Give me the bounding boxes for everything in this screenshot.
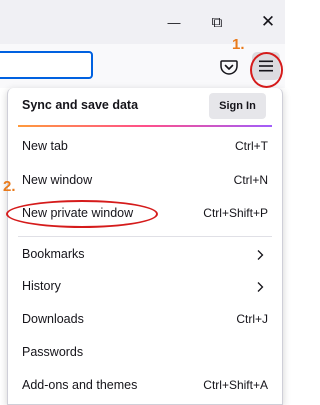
menu-separator [18, 236, 272, 237]
menu-item-shortcut: Ctrl+Shift+A [203, 378, 268, 392]
menu-item-new-tab[interactable]: New tab Ctrl+T [8, 133, 282, 161]
minimize-icon: — [167, 14, 181, 30]
close-icon: ✕ [260, 12, 276, 31]
menu-item-label: Downloads [22, 312, 84, 326]
step-1-label: 1. [232, 36, 245, 53]
menu-item-shortcut: Ctrl+J [236, 312, 268, 326]
chevron-right-icon [257, 282, 264, 292]
menu-item-new-window[interactable]: New window Ctrl+N [8, 167, 282, 195]
sync-divider [18, 125, 272, 127]
menu-item-add-ons-and-themes[interactable]: Add-ons and themes Ctrl+Shift+A [8, 372, 282, 400]
menu-item-label: Add-ons and themes [22, 378, 138, 392]
private-window-highlight [6, 200, 158, 228]
sync-section: Sync and save data Sign In [8, 88, 282, 124]
url-bar[interactable] [0, 51, 93, 79]
close-button[interactable]: ✕ [254, 10, 282, 34]
menu-item-label: History [22, 279, 61, 293]
menu-item-downloads[interactable]: Downloads Ctrl+J [8, 306, 282, 334]
chevron-right-icon [257, 250, 264, 260]
menu-item-label: New window [22, 173, 93, 187]
restore-button[interactable]: ⧉ [203, 10, 231, 34]
sync-title: Sync and save data [22, 98, 139, 112]
menu-item-bookmarks[interactable]: Bookmarks [8, 241, 282, 269]
app-menu-panel: Sync and save data Sign In New tab Ctrl+… [7, 88, 283, 405]
step-2-label: 2. [3, 178, 16, 195]
menu-item-history[interactable]: History [8, 273, 282, 301]
restore-icon: ⧉ [211, 13, 223, 31]
sign-in-button[interactable]: Sign In [209, 93, 266, 119]
pocket-icon[interactable] [219, 57, 239, 77]
menu-item-shortcut: Ctrl+Shift+P [203, 206, 268, 220]
menu-item-shortcut: Ctrl+T [235, 139, 268, 153]
menu-item-label: Passwords [22, 345, 84, 359]
minimize-button[interactable]: — [160, 10, 188, 34]
menu-item-label: New tab [22, 139, 68, 153]
menu-item-shortcut: Ctrl+N [233, 173, 268, 187]
menu-item-label: Bookmarks [22, 247, 85, 261]
menu-button-highlight [250, 52, 283, 88]
menu-item-passwords[interactable]: Passwords [8, 339, 282, 367]
